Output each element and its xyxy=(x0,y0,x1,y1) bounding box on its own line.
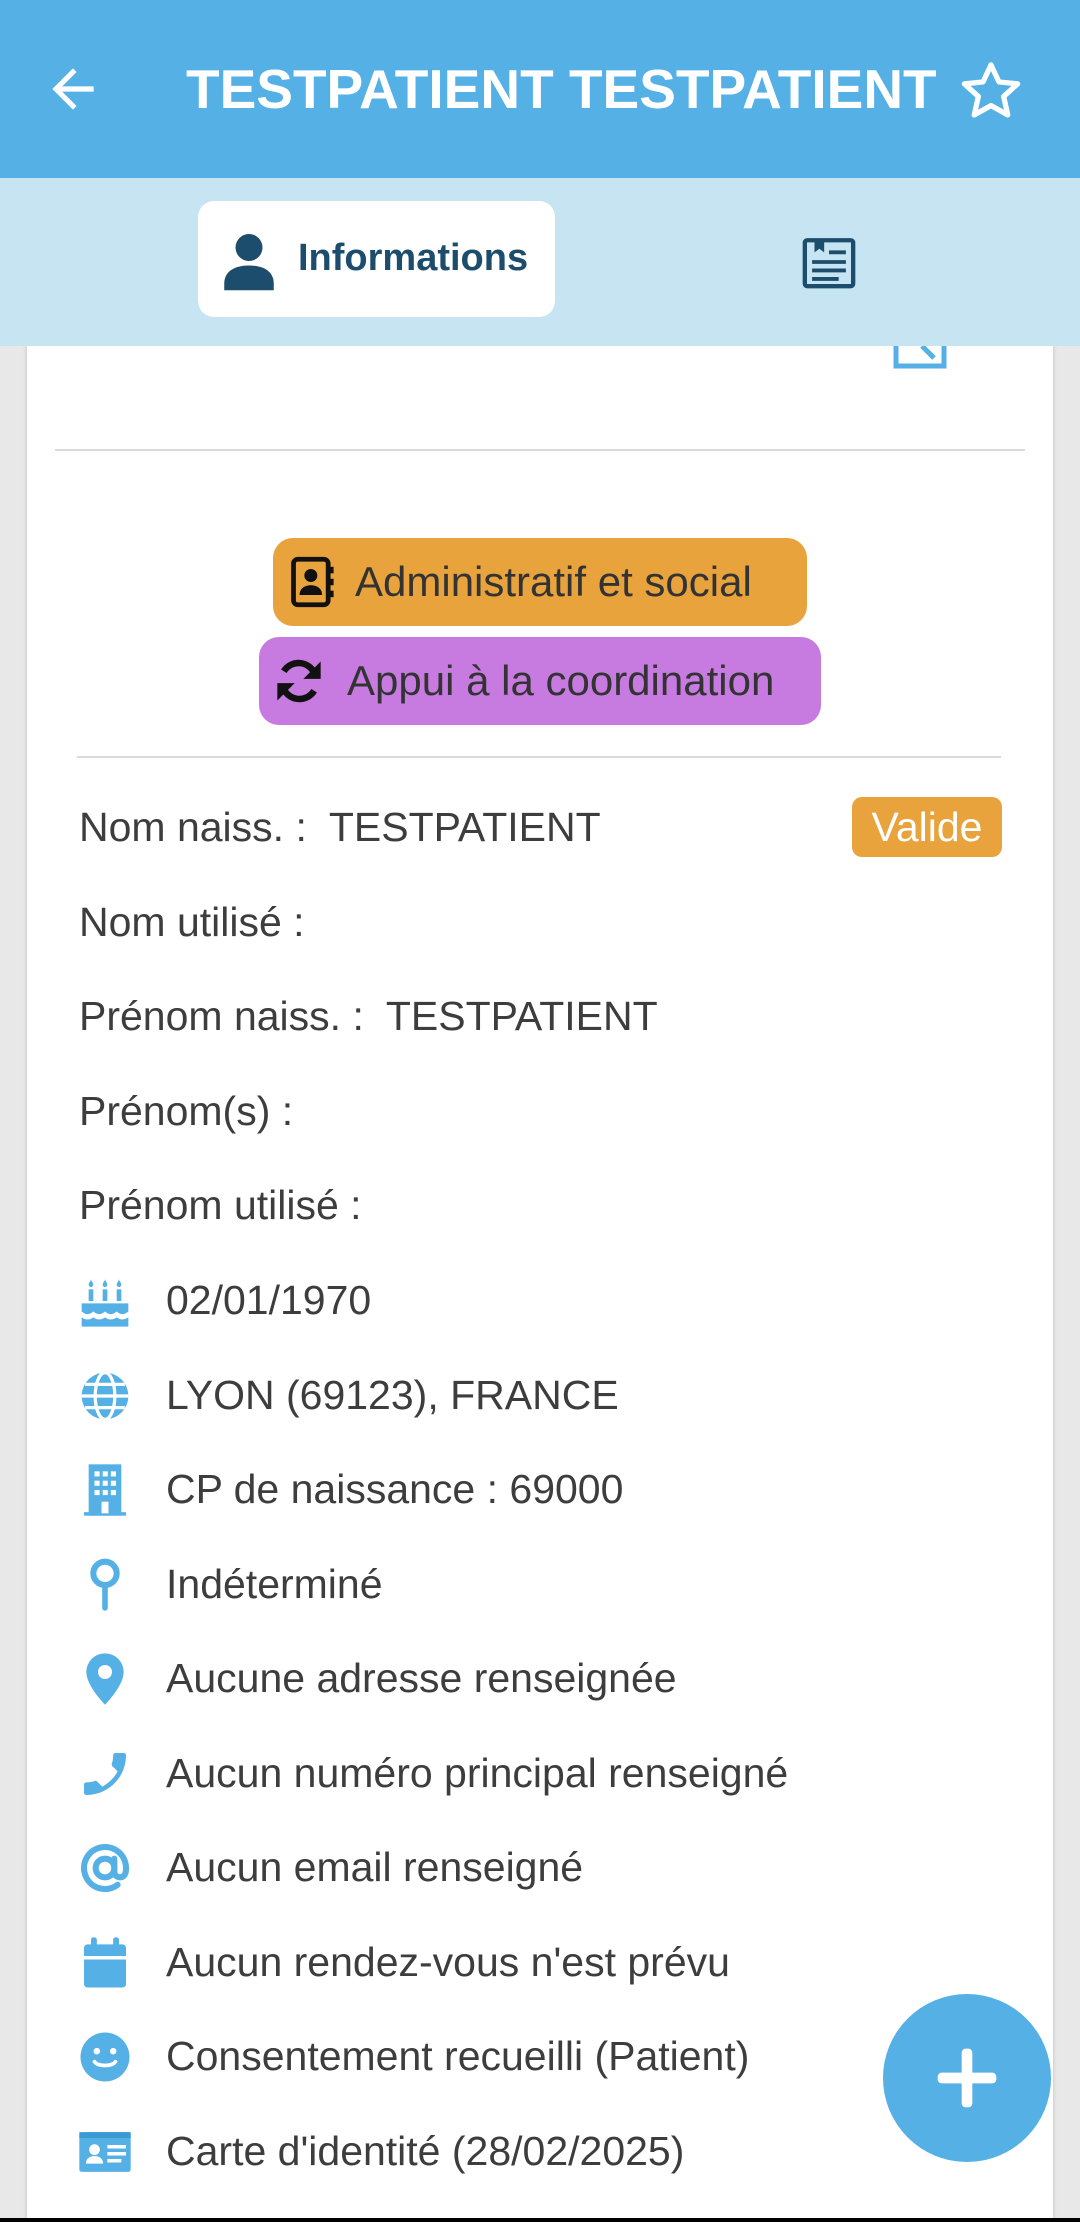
appointment-row: Aucun rendez-vous n'est prévu xyxy=(27,1932,1027,1992)
coordination-button[interactable]: Appui à la coordination xyxy=(259,637,821,725)
tab-bar: Informations xyxy=(0,178,1080,346)
address-row: Aucune adresse renseignée xyxy=(27,1648,1027,1708)
coordination-label: Appui à la coordination xyxy=(347,657,775,704)
birth-postcode-row: CP de naissance : 69000 xyxy=(27,1459,1027,1519)
id-document-text: Carte d'identité (28/02/2025) xyxy=(166,2128,685,2174)
used-name-row: Nom utilisé : xyxy=(79,897,305,947)
firstnames-label: Prénom(s) : xyxy=(79,1088,294,1134)
divider xyxy=(77,756,1001,758)
bottom-edge xyxy=(0,2218,1080,2222)
gender-text: Indéterminé xyxy=(166,1561,383,1607)
star-outline-icon[interactable] xyxy=(958,58,1024,124)
birth-firstname-value: TESTPATIENT xyxy=(385,993,658,1039)
birthdate-row: 02/01/1970 xyxy=(27,1270,1027,1330)
birthdate-text: 02/01/1970 xyxy=(166,1277,372,1323)
edit-icon[interactable] xyxy=(892,346,948,370)
divider xyxy=(55,449,1025,451)
email-row: Aucun email renseigné xyxy=(27,1837,1027,1897)
notes-list-icon[interactable] xyxy=(800,233,858,291)
birth-name-row: Nom naiss. : TESTPATIENT xyxy=(79,802,601,852)
birth-postcode-text: CP de naissance : 69000 xyxy=(166,1466,624,1512)
calendar-icon xyxy=(84,1937,126,1988)
smiley-icon xyxy=(80,2032,130,2082)
birthplace-row: LYON (69123), FRANCE xyxy=(27,1365,1027,1425)
contact-book-icon xyxy=(291,556,334,608)
birthday-cake-icon xyxy=(81,1278,129,1327)
map-pin-icon xyxy=(90,1558,120,1611)
building-icon xyxy=(84,1464,126,1516)
admin-social-button[interactable]: Administratif et social xyxy=(273,538,807,626)
used-firstname-row: Prénom utilisé : xyxy=(79,1180,362,1230)
patient-info-card: Administratif et social Appui à la coord… xyxy=(27,346,1053,2222)
appointment-text: Aucun rendez-vous n'est prévu xyxy=(166,1939,730,1985)
tab-informations-label: Informations xyxy=(298,237,529,279)
status-badge: Valide xyxy=(852,797,1002,857)
page-title: TESTPATIENT TESTPATIENT xyxy=(186,58,937,120)
consent-row: Consentement recueilli (Patient) xyxy=(27,2026,1027,2086)
add-fab-button[interactable] xyxy=(883,1994,1051,2162)
gender-row: Indéterminé xyxy=(27,1554,1027,1614)
sync-icon xyxy=(277,659,321,703)
birth-firstname-row: Prénom naiss. : TESTPATIENT xyxy=(79,991,658,1041)
consent-text: Consentement recueilli (Patient) xyxy=(166,2033,750,2079)
used-name-label: Nom utilisé : xyxy=(79,899,305,945)
location-marker-icon xyxy=(86,1653,124,1705)
phone-row: Aucun numéro principal renseigné xyxy=(27,1743,1027,1803)
phone-icon xyxy=(84,1753,126,1795)
arrow-left-icon[interactable] xyxy=(42,58,104,120)
birth-name-value: TESTPATIENT xyxy=(328,804,601,850)
at-sign-icon xyxy=(81,1843,130,1892)
admin-social-label: Administratif et social xyxy=(355,558,752,605)
birth-name-label: Nom naiss. : xyxy=(79,804,307,850)
birthplace-text: LYON (69123), FRANCE xyxy=(166,1372,619,1418)
globe-icon xyxy=(81,1371,129,1421)
phone-text: Aucun numéro principal renseigné xyxy=(166,1750,789,1796)
used-firstname-label: Prénom utilisé : xyxy=(79,1182,362,1228)
person-icon xyxy=(224,234,274,291)
id-card-icon xyxy=(79,2132,131,2172)
app-bar: TESTPATIENT TESTPATIENT xyxy=(0,0,1080,178)
id-document-row: Carte d'identité (28/02/2025) xyxy=(27,2121,1027,2181)
firstnames-row: Prénom(s) : xyxy=(79,1086,293,1136)
email-text: Aucun email renseigné xyxy=(166,1844,584,1890)
plus-icon xyxy=(937,2048,997,2108)
birth-firstname-label: Prénom naiss. : xyxy=(79,993,364,1039)
tab-informations[interactable]: Informations xyxy=(198,201,555,317)
address-text: Aucune adresse renseignée xyxy=(166,1655,677,1701)
